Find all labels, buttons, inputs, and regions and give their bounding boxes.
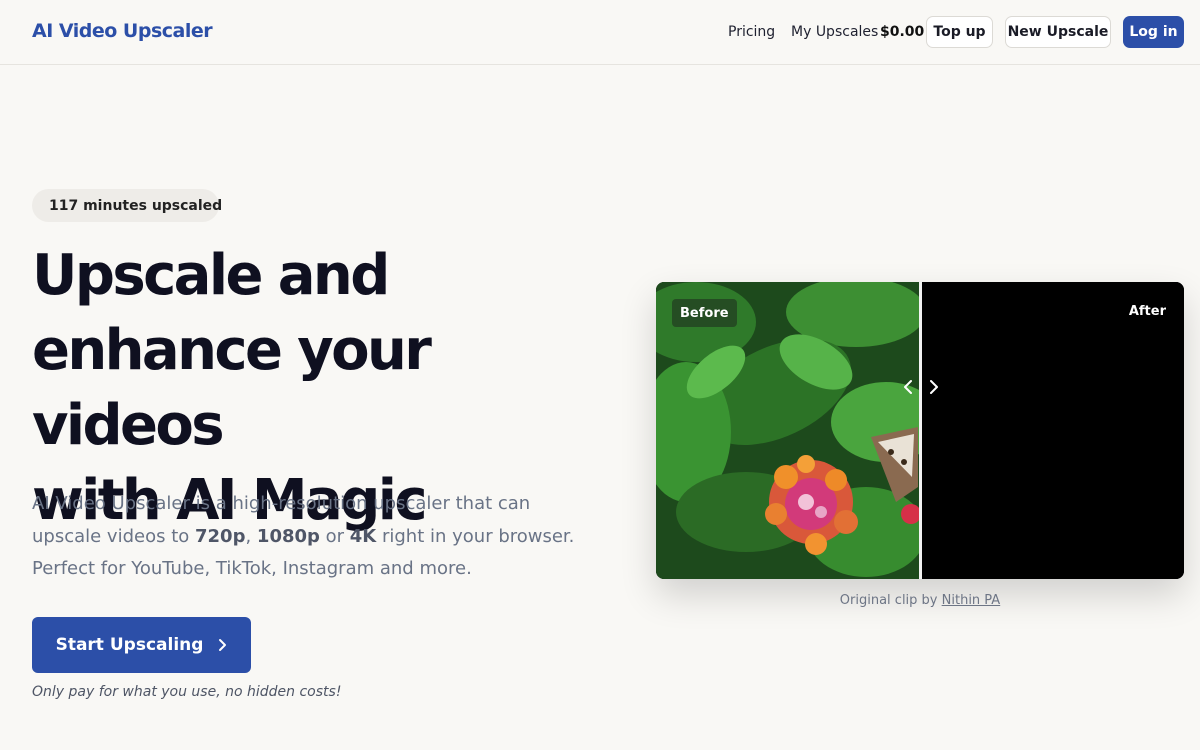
after-image: After — [922, 282, 1184, 579]
chevron-right-icon — [219, 639, 227, 651]
pricing-note: Only pay for what you use, no hidden cos… — [32, 684, 342, 700]
description-sep-1: , — [245, 525, 257, 547]
before-after-slider[interactable]: Before After — [656, 282, 1184, 579]
nav-my-upscales[interactable]: My Upscales — [791, 24, 878, 40]
chevron-right-icon — [930, 380, 938, 394]
before-image: Before — [656, 282, 920, 579]
after-label: After — [1128, 304, 1166, 319]
credit-prefix: Original clip by — [839, 593, 942, 608]
login-button[interactable]: Log in — [1123, 16, 1184, 48]
headline-line-1: Upscale and — [32, 243, 390, 308]
logo[interactable]: AI Video Upscaler — [32, 20, 213, 42]
credit-author-link[interactable]: Nithin PA — [942, 593, 1001, 608]
new-upscale-button[interactable]: New Upscale — [1005, 16, 1111, 48]
cta-label: Start Upscaling — [55, 635, 204, 655]
headline-line-2: enhance your videos — [32, 318, 432, 458]
hero-description: AI Video Upscaler is a high-resolution u… — [32, 488, 592, 586]
nav-pricing[interactable]: Pricing — [728, 24, 775, 40]
clip-credit: Original clip by Nithin PA — [656, 593, 1184, 608]
resolution-4k: 4K — [349, 525, 377, 547]
description-sep-2: or — [319, 525, 350, 547]
site-header: AI Video Upscaler Pricing My Upscales $0… — [0, 0, 1200, 65]
resolution-1080p: 1080p — [256, 525, 320, 547]
badge-label: 117 minutes upscaled — [49, 197, 223, 214]
before-label: Before — [672, 299, 737, 327]
top-up-button[interactable]: Top up — [926, 16, 993, 48]
slider-divider[interactable] — [919, 282, 922, 579]
slider-handle[interactable] — [902, 376, 940, 398]
balance-display: $0.00 — [880, 24, 925, 40]
chevron-left-icon — [904, 380, 912, 394]
start-upscaling-button[interactable]: Start Upscaling — [32, 617, 251, 673]
resolution-720p: 720p — [195, 525, 246, 547]
minutes-upscaled-badge: 117 minutes upscaled — [32, 189, 223, 222]
